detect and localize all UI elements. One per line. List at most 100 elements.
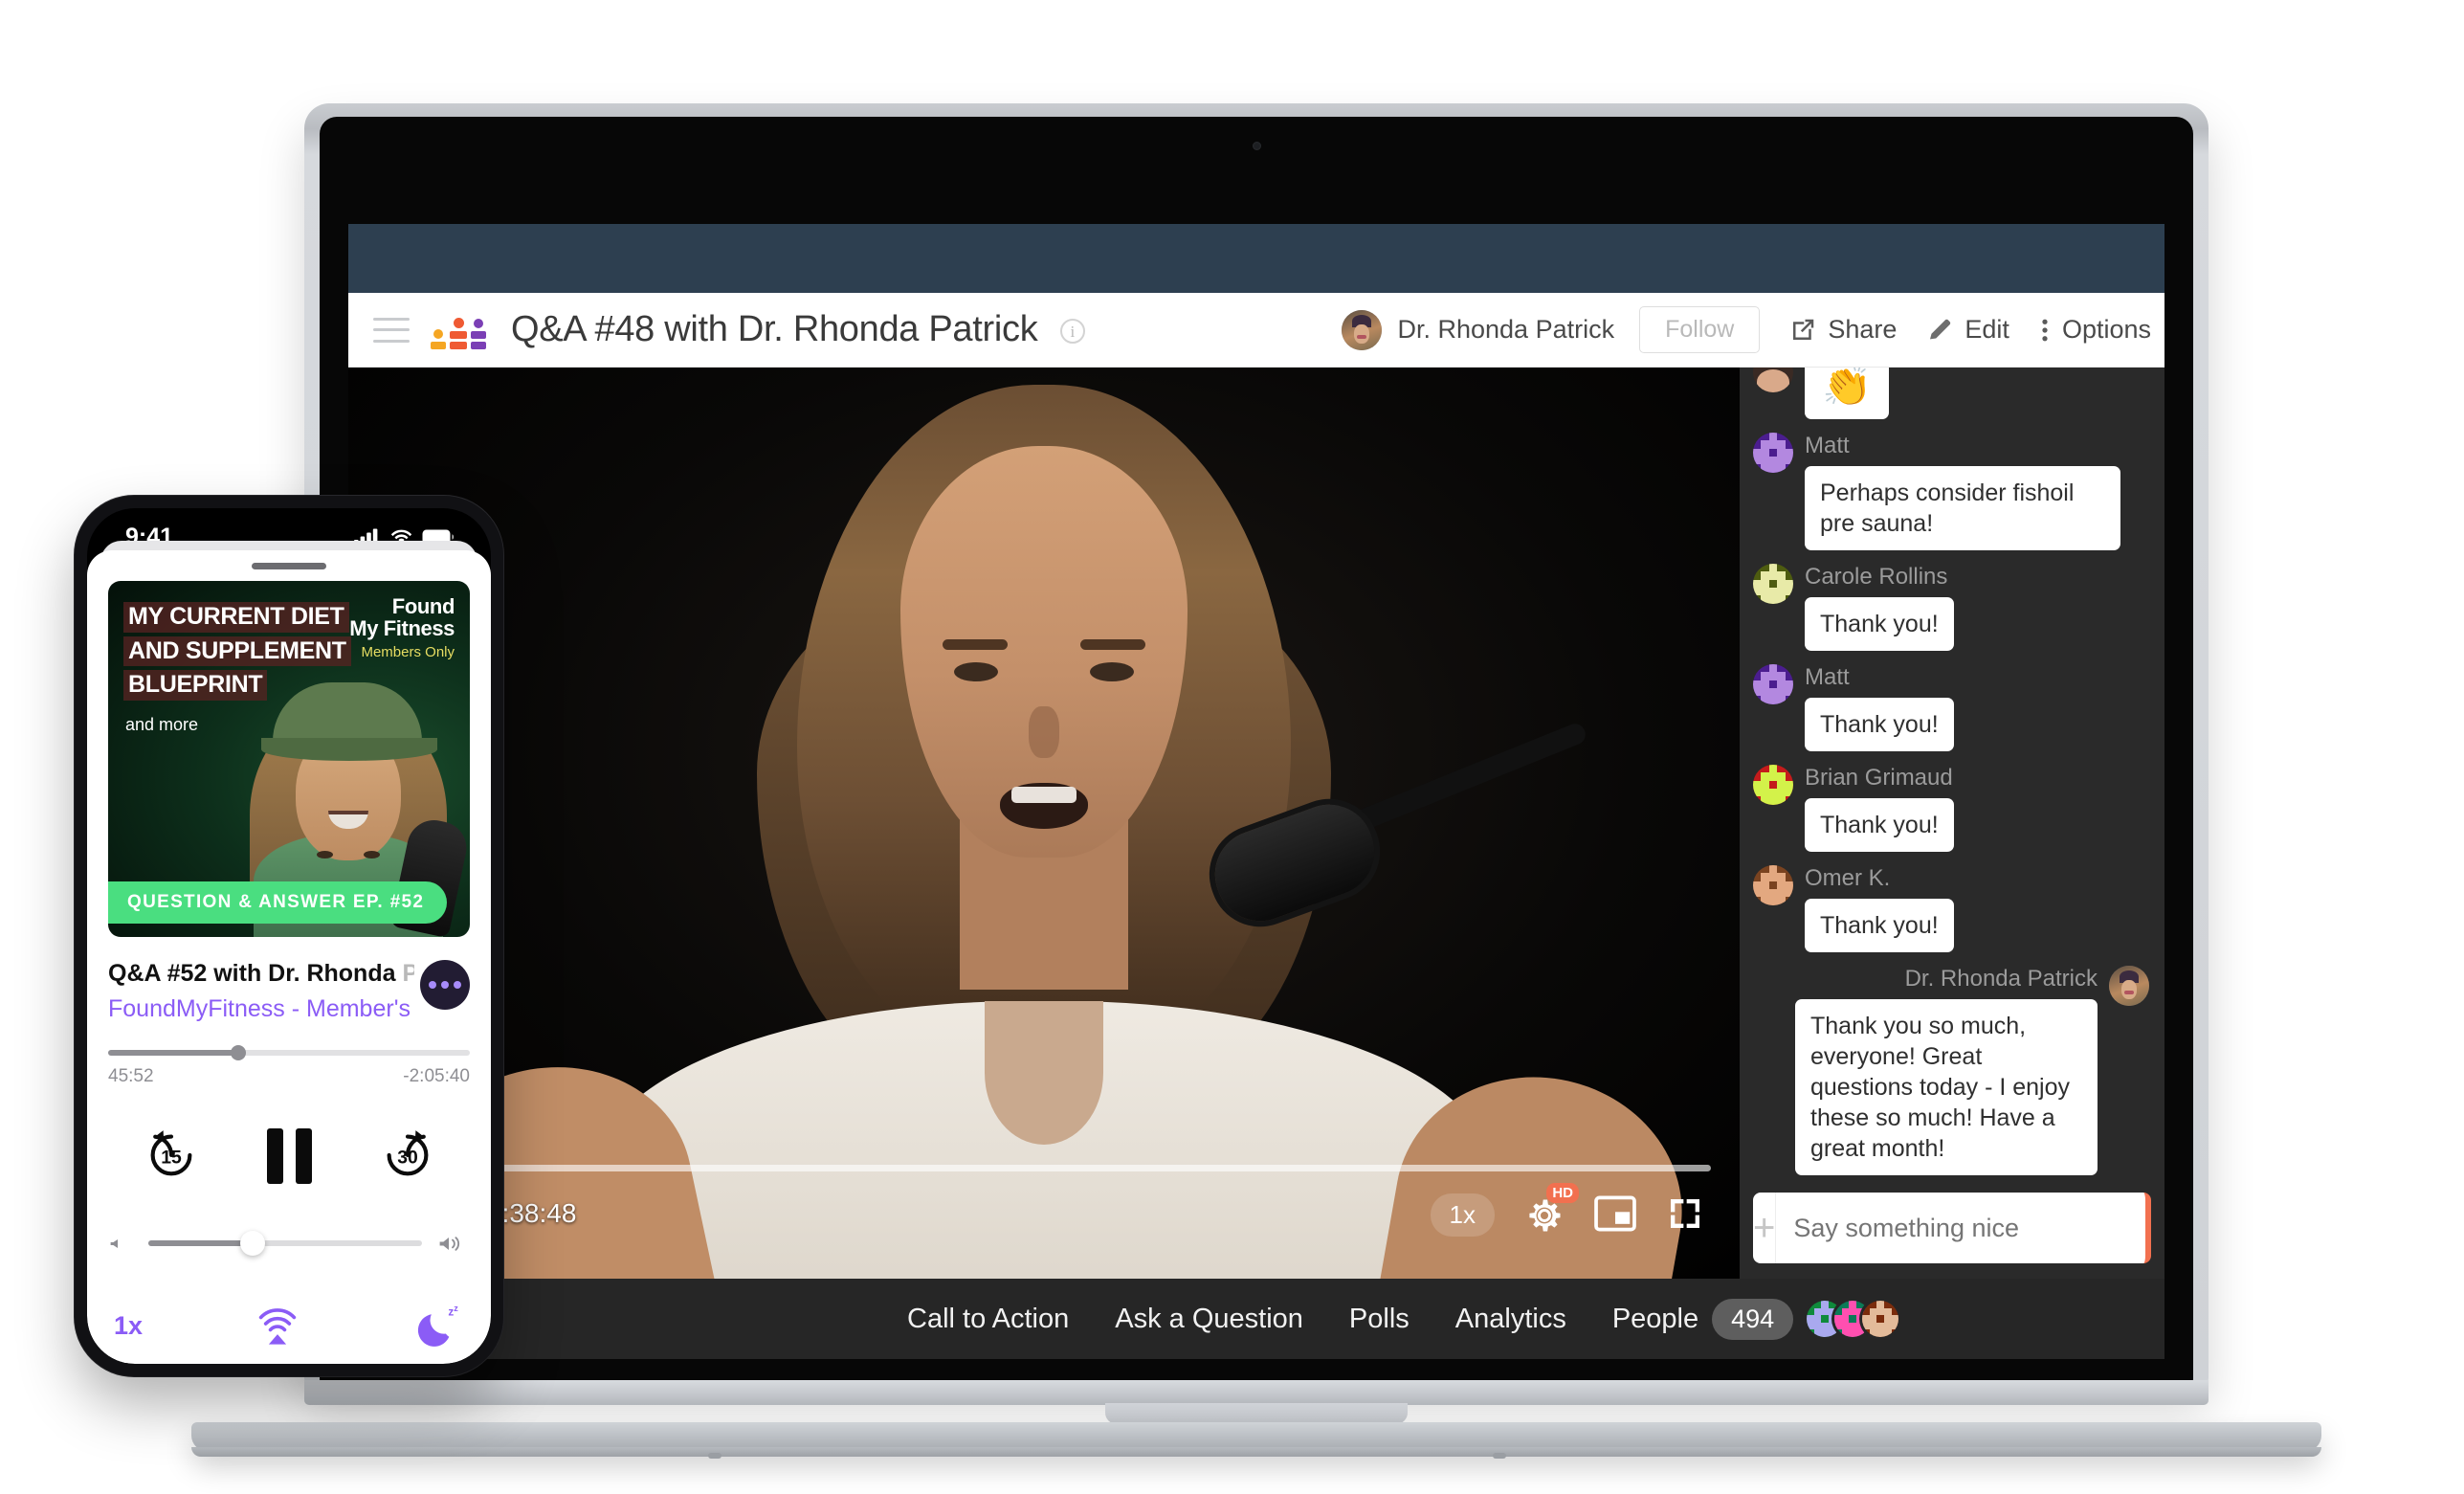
chat-message-list[interactable]: 👏 Matt Perhaps consider fishoil pre sauna!… (1740, 368, 2164, 1189)
episode-artwork[interactable]: Found My Fitness Members Only MY CURRENT… (108, 581, 470, 937)
chat-message-body: Carole Rollins Thank you! (1805, 564, 1954, 651)
skip-forward-30-icon[interactable]: 30 (378, 1124, 437, 1188)
toolbar-item-analytics[interactable]: Analytics (1455, 1304, 1566, 1335)
share-label: Share (1828, 315, 1898, 344)
volume-high-icon (439, 1237, 460, 1251)
track-subtitle[interactable]: FoundMyFitness - Member's Feed ( (108, 995, 414, 1023)
people-avatar-stack[interactable] (1807, 1301, 1899, 1337)
chat-message-body: Matt Perhaps consider fishoil pre sauna! (1805, 433, 2120, 550)
chat-message-bubble: Thank you! (1805, 797, 1954, 852)
avatar[interactable] (1753, 563, 1793, 604)
video-progress-bar[interactable] (377, 1165, 1711, 1171)
artwork-subhead: and more (125, 715, 199, 734)
track-title: Q&A #52 with Dr. Rhonda Patrick ( (108, 960, 414, 988)
header-actions: Dr. Rhonda Patrick Follow Share Edit Opt… (1342, 306, 2164, 353)
chat-input[interactable] (1776, 1213, 2145, 1243)
laptop-base-top (304, 1380, 2209, 1405)
smiley-icon[interactable] (2149, 1210, 2151, 1246)
share-button[interactable]: Share (1788, 315, 1897, 345)
host-name: Dr. Rhonda Patrick (1397, 315, 1615, 344)
chat-message-author: Matt (1805, 432, 1850, 458)
chat-message: 👏 (1753, 368, 2149, 419)
app-header: Q&A #48 with Dr. Rhonda Patrick i Dr. Rh… (348, 293, 2164, 368)
artwork-headline-line: BLUEPRINT (123, 670, 363, 701)
ellipsis-icon[interactable] (420, 960, 470, 1010)
laptop-lid: Q&A #48 with Dr. Rhonda Patrick i Dr. Rh… (304, 103, 2209, 1386)
progress-track (377, 1165, 1711, 1171)
laptop-bezel: Q&A #48 with Dr. Rhonda Patrick i Dr. Rh… (320, 117, 2193, 1386)
toolbar-item-call-to-action[interactable]: Call to Action (907, 1304, 1069, 1335)
speaker-brow-left (943, 639, 1008, 650)
svg-text:30: 30 (397, 1147, 418, 1168)
chat-message-author: Dr. Rhonda Patrick (1904, 965, 2098, 992)
speaker-brow-right (1080, 639, 1145, 650)
speaker-face (900, 446, 1188, 858)
chat-message-body: Brian Grimaud Thank you! (1805, 765, 1954, 852)
video-player[interactable]: 14:37 / 01:38:48 1x HD (348, 368, 1740, 1279)
avatar[interactable] (1862, 1301, 1899, 1337)
kebab-menu-icon (2042, 319, 2048, 341)
laptop-base-screw-left (708, 1453, 721, 1459)
speaker-eye-left (954, 662, 998, 681)
bottom-toolbar: Call to Action Ask a Question Polls Analyti… (348, 1279, 2164, 1359)
people-group[interactable]: People 494 (1612, 1298, 1899, 1340)
edit-label: Edit (1965, 315, 2009, 344)
host-chip[interactable]: Dr. Rhonda Patrick (1342, 309, 1615, 350)
sleep-timer-moon-icon[interactable]: z z (412, 1301, 464, 1350)
options-button[interactable]: Options (2038, 315, 2151, 345)
settings-button[interactable]: HD (1523, 1182, 1579, 1237)
laptop-base-screw-right (1493, 1453, 1506, 1459)
toolbar-item-polls[interactable]: Polls (1349, 1304, 1410, 1335)
edit-button[interactable]: Edit (1925, 315, 2009, 345)
avatar[interactable] (1753, 864, 1793, 905)
phone-speed-button[interactable]: 1x (114, 1311, 143, 1341)
avatar[interactable] (1753, 368, 1793, 392)
playback-speed-button[interactable]: 1x (1430, 1193, 1495, 1237)
airplay-audio-icon[interactable] (251, 1299, 304, 1352)
track-subtitle-main: FoundMyFitness - Member's (108, 995, 411, 1022)
pause-icon[interactable] (266, 1127, 312, 1184)
avatar[interactable] (1753, 432, 1793, 473)
volume-track[interactable] (148, 1231, 422, 1256)
info-circle-icon[interactable]: i (1059, 319, 1085, 344)
chat-message-bubble: Thank you! (1805, 596, 1954, 651)
artwork-eye-left (317, 851, 333, 858)
toolbar-item-people[interactable]: People (1612, 1304, 1698, 1335)
follow-button[interactable]: Follow (1639, 306, 1761, 353)
laptop-mockup: Q&A #48 with Dr. Rhonda Patrick i Dr. Rh… (191, 103, 2321, 1459)
volume-control[interactable] (108, 1231, 470, 1256)
toolbar-item-ask-a-question[interactable]: Ask a Question (1115, 1304, 1303, 1335)
chat-message-bubble: Thank you! (1805, 697, 1954, 751)
external-link-icon (1793, 319, 1814, 340)
artwork-eye-right (364, 851, 380, 858)
avatar[interactable] (1753, 764, 1793, 805)
artwork-headline-line: AND SUPPLEMENT (123, 636, 363, 666)
speaker-nose (1029, 706, 1059, 758)
chat-composer[interactable]: + (1753, 1193, 2151, 1263)
remaining-time: -2:05:40 (403, 1066, 470, 1086)
track-texts: Q&A #52 with Dr. Rhonda Patrick ( FoundM… (108, 960, 414, 1023)
plus-icon[interactable]: + (1753, 1193, 1777, 1263)
chat-message-body: 👏 (1805, 368, 1890, 419)
chat-message: Matt Perhaps consider fishoil pre sauna! (1753, 432, 2149, 550)
speaker-teeth (1011, 787, 1077, 803)
svg-text:z: z (454, 1304, 458, 1313)
skip-back-15-icon[interactable]: 15 (142, 1124, 201, 1188)
hamburger-icon[interactable] (373, 317, 410, 343)
fullscreen-button[interactable] (1665, 1194, 1707, 1237)
speaker-collar (985, 1001, 1103, 1145)
speaker-eye-right (1090, 662, 1134, 681)
chat-message-bubble: Thank you so much, everyone! Great quest… (1795, 998, 2098, 1175)
volume-handle[interactable] (239, 1231, 265, 1256)
avatar[interactable] (2109, 965, 2149, 1006)
chat-message-body: Matt Thank you! (1805, 664, 1954, 751)
people-count-badge: 494 (1712, 1298, 1794, 1340)
chat-panel: 👏 Matt Perhaps consider fishoil pre sauna!… (1740, 368, 2164, 1279)
seek-handle[interactable] (231, 1045, 247, 1060)
sheet-grabber[interactable] (252, 563, 326, 569)
avatar[interactable] (1753, 663, 1793, 704)
webcam-icon (1253, 142, 1261, 150)
phone-seek-bar[interactable] (108, 1045, 470, 1060)
chat-message: Matt Thank you! (1753, 663, 2149, 751)
pip-button[interactable] (1594, 1194, 1636, 1237)
